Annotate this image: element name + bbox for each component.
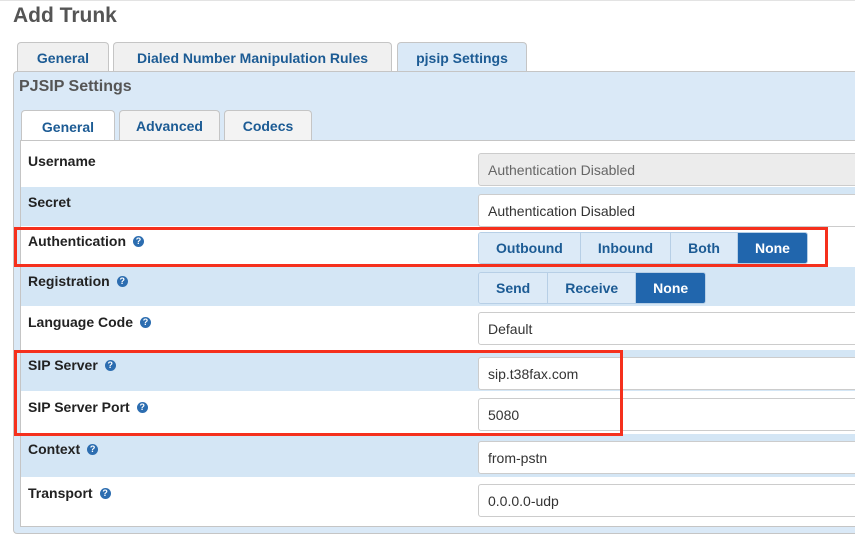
registration-label: Registration? — [28, 273, 128, 289]
username-label: Username — [28, 153, 96, 169]
tab-pjsip-settings[interactable]: pjsip Settings — [397, 42, 527, 73]
username-field[interactable]: Authentication Disabled — [478, 153, 855, 186]
help-icon[interactable]: ? — [104, 359, 116, 371]
help-icon[interactable]: ? — [116, 275, 128, 287]
authentication-outbound-button[interactable]: Outbound — [479, 233, 581, 263]
language-code-select[interactable]: Default — [478, 312, 855, 345]
registration-none-button[interactable]: None — [636, 273, 706, 303]
secret-field[interactable]: Authentication Disabled — [478, 194, 855, 227]
subtab-codecs[interactable]: Codecs — [224, 110, 312, 140]
section-title: PJSIP Settings — [19, 78, 132, 95]
secret-label: Secret — [28, 194, 71, 210]
help-icon[interactable]: ? — [133, 235, 144, 247]
help-icon[interactable]: ? — [140, 316, 152, 328]
form-row — [21, 267, 855, 307]
authentication-both-button[interactable]: Both — [671, 233, 738, 263]
help-icon[interactable]: ? — [136, 401, 148, 413]
sip-server-port-field[interactable]: 5080 — [478, 398, 855, 431]
help-icon[interactable]: ? — [87, 443, 99, 455]
authentication-none-button[interactable]: None — [737, 233, 807, 263]
subtab-advanced[interactable]: Advanced — [119, 110, 220, 140]
transport-label: Transport? — [28, 485, 111, 501]
context-label: Context? — [28, 441, 99, 457]
page-title: Add Trunk — [13, 4, 117, 27]
registration-button-group: Send Receive None — [478, 272, 707, 304]
registration-send-button[interactable]: Send — [479, 273, 549, 303]
context-field[interactable]: from-pstn — [478, 441, 855, 474]
help-icon[interactable]: ? — [99, 487, 111, 499]
subtab-general[interactable]: General — [21, 110, 115, 142]
sip-server-port-label: SIP Server Port? — [28, 399, 148, 415]
sip-server-label: SIP Server? — [28, 357, 116, 373]
authentication-label: Authentication? — [28, 233, 144, 249]
sip-server-field[interactable]: sip.t38fax.com — [478, 357, 855, 390]
registration-receive-button[interactable]: Receive — [548, 273, 637, 303]
transport-select[interactable]: 0.0.0.0-udp — [478, 484, 855, 517]
authentication-inbound-button[interactable]: Inbound — [580, 233, 672, 263]
tab-general[interactable]: General — [17, 42, 109, 72]
tab-dialed-number-manipulation-rules[interactable]: Dialed Number Manipulation Rules — [113, 42, 392, 72]
top-divider — [0, 0, 855, 1]
language-code-label: Language Code? — [28, 314, 152, 330]
authentication-button-group: Outbound Inbound Both None — [478, 232, 808, 264]
